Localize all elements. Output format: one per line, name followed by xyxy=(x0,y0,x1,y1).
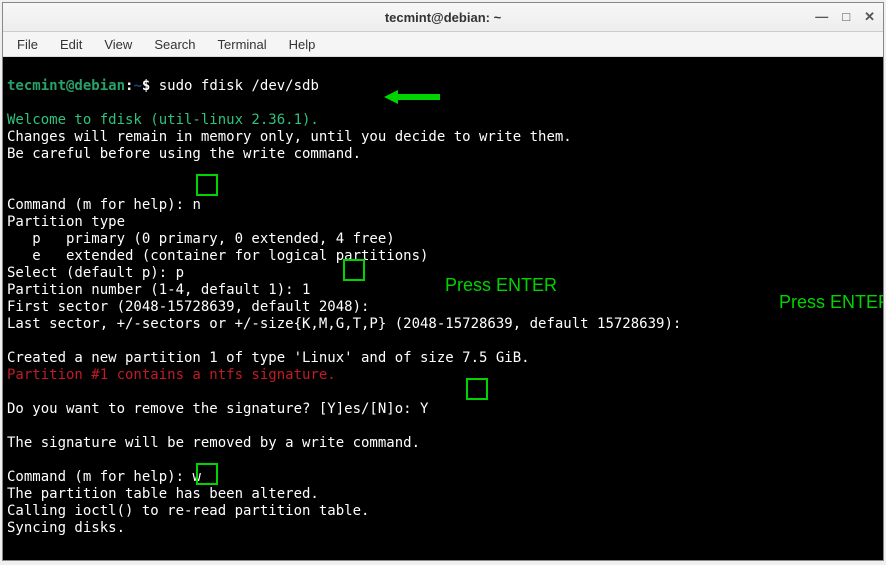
menu-edit[interactable]: Edit xyxy=(50,35,92,54)
highlight-w xyxy=(196,463,218,485)
annotation-enter-1: Press ENTER xyxy=(445,277,557,294)
menu-view[interactable]: View xyxy=(94,35,142,54)
highlight-1 xyxy=(343,259,365,281)
maximize-button[interactable]: □ xyxy=(842,9,850,25)
menubar: File Edit View Search Terminal Help xyxy=(3,32,883,57)
welcome-line: Welcome to fdisk (util-linux 2.36.1). xyxy=(7,112,319,128)
menu-search[interactable]: Search xyxy=(144,35,205,54)
menu-terminal[interactable]: Terminal xyxy=(208,35,277,54)
partition-number-input: 1 xyxy=(302,282,310,298)
highlight-n xyxy=(196,174,218,196)
created-line: Created a new partition 1 of type 'Linux… xyxy=(7,350,530,366)
last-sector-line: Last sector, +/-sectors or +/-size{K,M,G… xyxy=(7,316,681,332)
select-default-p: Select (default p): p xyxy=(7,265,184,281)
cmd1-input: n xyxy=(192,197,200,213)
signature-question: Do you want to remove the signature? [Y]… xyxy=(7,401,420,417)
close-button[interactable]: ✕ xyxy=(864,9,875,25)
altered-line: The partition table has been altered. xyxy=(7,486,319,502)
partition-type-header: Partition type xyxy=(7,214,125,230)
cmd2-prompt: Command (m for help): xyxy=(7,469,192,485)
syncing-line: Syncing disks. xyxy=(7,520,125,536)
prompt-sigil: $ xyxy=(142,78,159,94)
ioctl-line: Calling ioctl() to re-read partition tab… xyxy=(7,503,369,519)
annotation-enter-2: Press ENTER xyxy=(779,294,883,311)
cmd1-prompt: Command (m for help): xyxy=(7,197,192,213)
menu-help[interactable]: Help xyxy=(279,35,326,54)
highlight-Y xyxy=(466,378,488,400)
signature-answer: Y xyxy=(420,401,428,417)
partition-type-extended: e extended (container for logical partit… xyxy=(7,248,428,264)
mem-line: Changes will remain in memory only, unti… xyxy=(7,129,572,145)
terminal-area[interactable]: tecmint@debian:~$ sudo fdisk /dev/sdb We… xyxy=(3,57,883,560)
window-title: tecmint@debian: ~ xyxy=(385,10,501,25)
partition-type-primary: p primary (0 primary, 0 extended, 4 free… xyxy=(7,231,395,247)
window-controls: — □ ✕ xyxy=(815,9,875,25)
first-sector-line: First sector (2048-15728639, default 204… xyxy=(7,299,369,315)
terminal-window: tecmint@debian: ~ — □ ✕ File Edit View S… xyxy=(2,2,884,561)
signature-removed: The signature will be removed by a write… xyxy=(7,435,420,451)
prompt-userhost: tecmint@debian xyxy=(7,78,125,94)
minimize-button[interactable]: — xyxy=(815,9,828,25)
menu-file[interactable]: File xyxy=(7,35,48,54)
titlebar[interactable]: tecmint@debian: ~ — □ ✕ xyxy=(3,3,883,32)
arrow-icon xyxy=(384,57,440,139)
partition-number-prompt: Partition number (1-4, default 1): xyxy=(7,282,302,298)
careful-line: Be careful before using the write comman… xyxy=(7,146,361,162)
prompt-path: ~ xyxy=(133,78,141,94)
command-text: sudo fdisk /dev/sdb xyxy=(159,78,319,94)
ntfs-warning: Partition #1 contains a ntfs signature. xyxy=(7,367,336,383)
